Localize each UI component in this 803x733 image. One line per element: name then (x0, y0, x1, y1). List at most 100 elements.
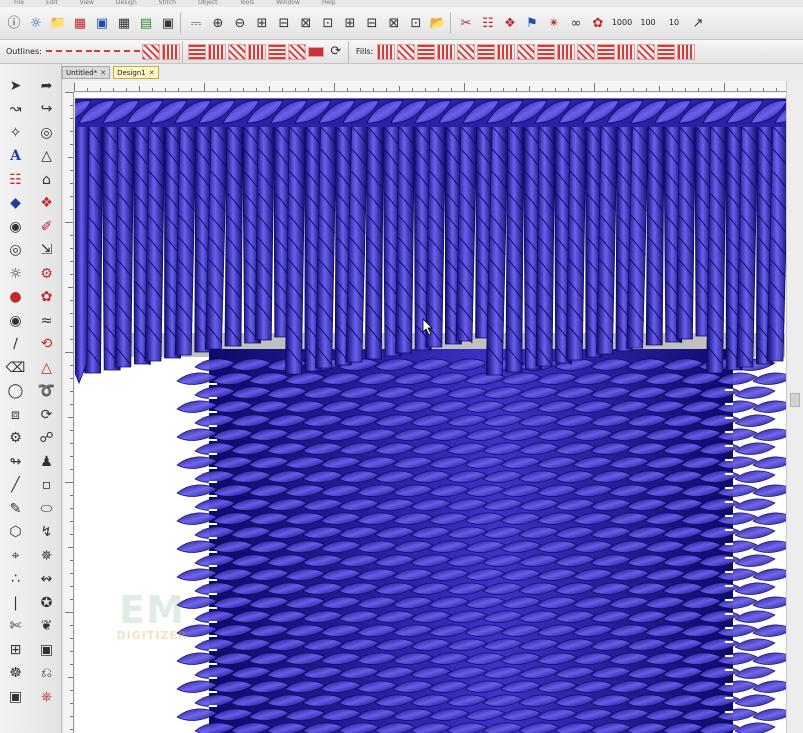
step-100-button[interactable]: 100 (636, 13, 660, 33)
cog-icon[interactable]: ⚙ (0, 427, 31, 451)
layer-icon[interactable]: ⧈ (0, 403, 31, 427)
needle-icon[interactable]: ❖ (500, 13, 520, 33)
step-10-button[interactable]: 10 (662, 13, 686, 33)
fill-spiral-button[interactable] (497, 43, 516, 60)
folder-icon[interactable]: 📂 (428, 13, 448, 33)
transform-icon[interactable]: ⊡ (318, 13, 338, 33)
knife-icon[interactable]: ✧ (0, 121, 31, 145)
spiral-icon[interactable]: ✐ (31, 215, 62, 239)
outline-e-stitch-button[interactable] (227, 43, 246, 60)
menu-item-file[interactable]: File (14, 0, 24, 7)
cluster-icon[interactable]: ∴ (0, 568, 31, 592)
open-folder-icon[interactable]: 📁 (48, 13, 68, 33)
menu-item-design[interactable]: Design (116, 0, 137, 7)
reshape-icon[interactable]: ➦ (31, 74, 62, 98)
shape-icon[interactable]: △ (31, 145, 62, 169)
thread-chart-icon[interactable]: ▤ (136, 13, 156, 33)
outline-motif-button[interactable] (187, 43, 206, 60)
color-grid-icon[interactable]: ▦ (70, 13, 90, 33)
wheel-icon[interactable]: ☸ (0, 662, 31, 686)
eye-icon[interactable]: ◎ (31, 121, 62, 145)
frame-icon[interactable]: ▣ (31, 638, 62, 662)
zoom-out-icon[interactable]: ⊖ (230, 13, 250, 33)
fill-stipple-button[interactable] (577, 43, 596, 60)
wave-icon[interactable]: ≈ (31, 309, 62, 333)
rotate-icon[interactable]: ⟳ (31, 403, 62, 427)
order-icon[interactable]: ⊠ (296, 13, 316, 33)
house-icon[interactable]: ⌂ (31, 168, 62, 192)
fill-program-button[interactable] (417, 43, 436, 60)
fill-satin-button[interactable] (397, 43, 416, 60)
align-left-icon[interactable]: ⊞ (340, 13, 360, 33)
align-icon[interactable]: ⊟ (274, 13, 294, 33)
fill-chenille-button[interactable] (637, 43, 656, 60)
close-icon[interactable]: ✕ (100, 67, 106, 79)
menu-item-help[interactable]: Help (322, 0, 336, 7)
close-icon[interactable]: ✕ (149, 67, 155, 79)
refresh-icon[interactable]: ⟳ (326, 42, 346, 62)
menu-item-object[interactable]: Object (198, 0, 218, 7)
globe-icon[interactable]: ☍ (31, 427, 62, 451)
swirl-icon[interactable]: ✵ (31, 544, 62, 568)
ring-icon[interactable]: ◯ (0, 380, 31, 404)
node-icon[interactable]: ↝ (0, 98, 31, 122)
line-icon[interactable]: ╱ (0, 474, 31, 498)
person-icon[interactable]: ♟ (31, 450, 62, 474)
outline-solid-button[interactable] (307, 46, 324, 57)
fill-wave-button[interactable] (457, 43, 476, 60)
brush-icon[interactable]: ∕ (0, 333, 31, 357)
hoop-icon[interactable]: ⎓ (186, 13, 206, 33)
hexagon-icon[interactable]: ⬡ (0, 521, 31, 545)
tab-untitled[interactable]: Untitled* ✕ (62, 66, 111, 79)
outline-zigzag-button[interactable] (207, 43, 226, 60)
outline-bean-button[interactable] (161, 43, 180, 60)
crosshair-icon[interactable]: ⌖ (0, 544, 31, 568)
rectangle-icon[interactable]: ▫ (31, 474, 62, 498)
leaf-icon[interactable]: ❦ (31, 615, 62, 639)
align-right-icon[interactable]: ⊟ (362, 13, 382, 33)
star-stitch-icon[interactable]: ✴ (544, 13, 564, 33)
chain-icon[interactable]: ⎌ (31, 662, 62, 686)
fill-net-button[interactable] (597, 43, 616, 60)
stamp-icon[interactable]: ▣ (0, 685, 31, 709)
arrange-icon[interactable]: ⊞ (252, 13, 272, 33)
sphere-icon[interactable]: ◉ (0, 309, 31, 333)
grid-icon[interactable]: ▦ (114, 13, 134, 33)
text-icon[interactable]: A (0, 145, 31, 169)
align-top-icon[interactable]: ⊠ (384, 13, 404, 33)
arrow-loop-icon[interactable]: ↬ (0, 450, 31, 474)
scrollbar-thumb[interactable] (790, 393, 800, 407)
monogram-icon[interactable]: ☷ (0, 168, 31, 192)
select-arrow-icon[interactable]: ➤ (0, 74, 31, 98)
outline-candle-button[interactable] (287, 43, 306, 60)
flower-icon[interactable]: ✿ (31, 286, 62, 310)
scissors-icon[interactable]: ✂ (456, 13, 476, 33)
outline-run-button[interactable] (45, 49, 92, 58)
dome-icon[interactable]: ⎈ (31, 685, 62, 709)
align-bottom-icon[interactable]: ⊡ (406, 13, 426, 33)
lasso-icon[interactable]: ↪ (31, 98, 62, 122)
pattern-icon[interactable]: ✿ (588, 13, 608, 33)
ellipse-icon[interactable]: ⬭ (31, 497, 62, 521)
zigzag-icon[interactable]: ↯ (31, 521, 62, 545)
zoom-in-icon[interactable]: ⊕ (208, 13, 228, 33)
color-icon[interactable]: ◆ (0, 192, 31, 216)
fill-sequin-button[interactable] (617, 43, 636, 60)
curve-icon[interactable]: ⟲ (31, 333, 62, 357)
tab-design1[interactable]: Design1 ✕ (113, 66, 159, 79)
palette-icon[interactable]: ☼ (26, 13, 46, 33)
step-1000-button[interactable]: 1000 (610, 13, 634, 33)
fill-tatami-button[interactable] (377, 43, 396, 60)
outline-cross-button[interactable] (267, 43, 286, 60)
gear-icon[interactable]: ⚙ (31, 262, 62, 286)
outline-blanket-button[interactable] (247, 43, 266, 60)
outline-triple-button[interactable] (93, 49, 140, 58)
eraser-icon[interactable]: ⌫ (0, 356, 31, 380)
vertical-scrollbar[interactable] (786, 81, 803, 733)
scissors-tool-icon[interactable]: ✄ (0, 615, 31, 639)
fill-radial-button[interactable] (477, 43, 496, 60)
loop-icon[interactable]: ➰ (31, 380, 62, 404)
path-icon[interactable]: ↭ (31, 568, 62, 592)
save-icon[interactable]: ▣ (158, 13, 178, 33)
scale-icon[interactable]: ∞ (566, 13, 586, 33)
